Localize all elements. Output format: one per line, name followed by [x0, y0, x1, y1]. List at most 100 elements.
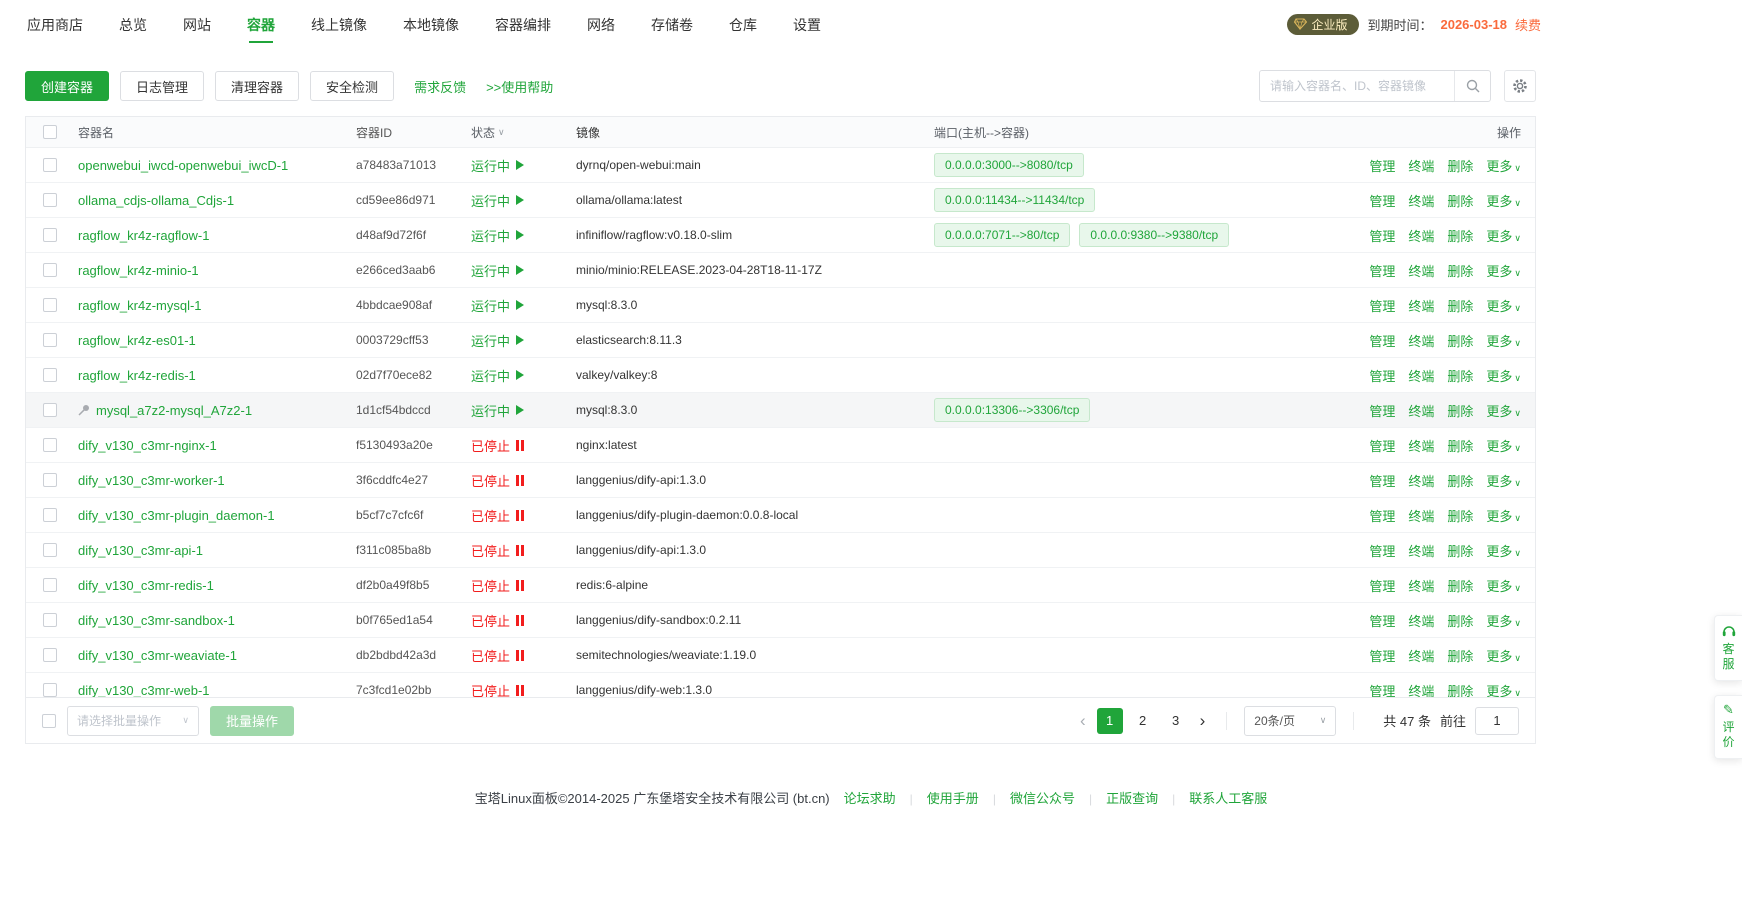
more-dropdown[interactable]: 更多∨	[1486, 471, 1521, 490]
more-dropdown[interactable]: 更多∨	[1486, 156, 1521, 175]
terminal-link[interactable]: 终端	[1408, 226, 1434, 245]
clean-container-button[interactable]: 清理容器	[215, 71, 299, 101]
delete-link[interactable]: 删除	[1447, 506, 1473, 525]
footer-link-manual[interactable]: 使用手册	[910, 788, 979, 807]
manage-link[interactable]: 管理	[1369, 681, 1395, 698]
more-dropdown[interactable]: 更多∨	[1486, 331, 1521, 350]
more-dropdown[interactable]: 更多∨	[1486, 541, 1521, 560]
delete-link[interactable]: 删除	[1447, 226, 1473, 245]
row-checkbox[interactable]	[43, 333, 57, 347]
footer-link-license-check[interactable]: 正版查询	[1089, 788, 1158, 807]
more-dropdown[interactable]: 更多∨	[1486, 681, 1521, 698]
nav-item-online-images[interactable]: 线上镜像	[309, 0, 369, 48]
table-settings-button[interactable]	[1504, 70, 1536, 102]
delete-link[interactable]: 删除	[1447, 471, 1473, 490]
row-checkbox[interactable]	[43, 158, 57, 172]
select-all-checkbox[interactable]	[43, 125, 57, 139]
pause-icon[interactable]	[516, 510, 524, 521]
terminal-link[interactable]: 终端	[1408, 366, 1434, 385]
play-icon[interactable]	[516, 160, 524, 170]
terminal-link[interactable]: 终端	[1408, 681, 1434, 698]
more-dropdown[interactable]: 更多∨	[1486, 296, 1521, 315]
delete-link[interactable]: 删除	[1447, 646, 1473, 665]
more-dropdown[interactable]: 更多∨	[1486, 191, 1521, 210]
terminal-link[interactable]: 终端	[1408, 541, 1434, 560]
nav-item-network[interactable]: 网络	[585, 0, 617, 48]
container-name-link[interactable]: ragflow_kr4z-redis-1	[78, 368, 196, 383]
nav-item-container[interactable]: 容器	[245, 0, 277, 48]
terminal-link[interactable]: 终端	[1408, 401, 1434, 420]
license-badge[interactable]: 企业版	[1287, 14, 1359, 35]
search-input[interactable]	[1260, 79, 1454, 93]
delete-link[interactable]: 删除	[1447, 366, 1473, 385]
feedback-rating-button[interactable]: ✎ 评价	[1714, 695, 1742, 759]
container-name-link[interactable]: dify_v130_c3mr-plugin_daemon-1	[78, 508, 275, 523]
container-name-link[interactable]: ragflow_kr4z-mysql-1	[78, 298, 202, 313]
delete-link[interactable]: 删除	[1447, 331, 1473, 350]
more-dropdown[interactable]: 更多∨	[1486, 646, 1521, 665]
more-dropdown[interactable]: 更多∨	[1486, 436, 1521, 455]
manage-link[interactable]: 管理	[1369, 611, 1395, 630]
batch-action-select[interactable]: 请选择批量操作 ∨	[67, 706, 199, 736]
row-checkbox[interactable]	[43, 368, 57, 382]
manage-link[interactable]: 管理	[1369, 296, 1395, 315]
row-checkbox[interactable]	[43, 543, 57, 557]
row-checkbox[interactable]	[43, 263, 57, 277]
delete-link[interactable]: 删除	[1447, 296, 1473, 315]
manage-link[interactable]: 管理	[1369, 646, 1395, 665]
manage-link[interactable]: 管理	[1369, 156, 1395, 175]
container-name-link[interactable]: dify_v130_c3mr-worker-1	[78, 473, 225, 488]
terminal-link[interactable]: 终端	[1408, 576, 1434, 595]
nav-item-settings[interactable]: 设置	[791, 0, 823, 48]
manage-link[interactable]: 管理	[1369, 541, 1395, 560]
pause-icon[interactable]	[516, 440, 524, 451]
footer-link-forum[interactable]: 论坛求助	[844, 788, 896, 807]
more-dropdown[interactable]: 更多∨	[1486, 366, 1521, 385]
page-button-2[interactable]: 2	[1130, 708, 1156, 734]
container-name-link[interactable]: ragflow_kr4z-minio-1	[78, 263, 199, 278]
manage-link[interactable]: 管理	[1369, 506, 1395, 525]
more-dropdown[interactable]: 更多∨	[1486, 576, 1521, 595]
pause-icon[interactable]	[516, 615, 524, 626]
help-link[interactable]: >>使用帮助	[486, 77, 553, 96]
footer-link-wechat[interactable]: 微信公众号	[993, 788, 1075, 807]
container-name-link[interactable]: dify_v130_c3mr-redis-1	[78, 578, 214, 593]
log-management-button[interactable]: 日志管理	[120, 71, 204, 101]
manage-link[interactable]: 管理	[1369, 261, 1395, 280]
row-checkbox[interactable]	[43, 508, 57, 522]
renew-link[interactable]: 续费	[1515, 15, 1541, 34]
container-name-link[interactable]: dify_v130_c3mr-nginx-1	[78, 438, 217, 453]
terminal-link[interactable]: 终端	[1408, 296, 1434, 315]
row-checkbox[interactable]	[43, 438, 57, 452]
play-icon[interactable]	[516, 265, 524, 275]
pause-icon[interactable]	[516, 580, 524, 591]
feedback-link[interactable]: 需求反馈	[414, 77, 466, 96]
play-icon[interactable]	[516, 405, 524, 415]
play-icon[interactable]	[516, 300, 524, 310]
delete-link[interactable]: 删除	[1447, 541, 1473, 560]
create-container-button[interactable]: 创建容器	[25, 71, 109, 101]
container-name-link[interactable]: openwebui_iwcd-openwebui_iwcD-1	[78, 158, 288, 173]
manage-link[interactable]: 管理	[1369, 191, 1395, 210]
more-dropdown[interactable]: 更多∨	[1486, 261, 1521, 280]
pause-icon[interactable]	[516, 545, 524, 556]
row-checkbox[interactable]	[43, 648, 57, 662]
play-icon[interactable]	[516, 230, 524, 240]
pause-icon[interactable]	[516, 685, 524, 696]
more-dropdown[interactable]: 更多∨	[1486, 226, 1521, 245]
nav-item-volumes[interactable]: 存储卷	[649, 0, 695, 48]
delete-link[interactable]: 删除	[1447, 156, 1473, 175]
terminal-link[interactable]: 终端	[1408, 506, 1434, 525]
row-checkbox[interactable]	[43, 228, 57, 242]
goto-page-input[interactable]	[1475, 707, 1519, 735]
prev-page-button[interactable]: ‹	[1076, 712, 1090, 729]
container-name-link[interactable]: ollama_cdjs-ollama_Cdjs-1	[78, 193, 234, 208]
terminal-link[interactable]: 终端	[1408, 156, 1434, 175]
row-checkbox[interactable]	[43, 193, 57, 207]
play-icon[interactable]	[516, 335, 524, 345]
manage-link[interactable]: 管理	[1369, 331, 1395, 350]
more-dropdown[interactable]: 更多∨	[1486, 506, 1521, 525]
container-name-link[interactable]: dify_v130_c3mr-sandbox-1	[78, 613, 235, 628]
row-checkbox[interactable]	[43, 578, 57, 592]
play-icon[interactable]	[516, 370, 524, 380]
